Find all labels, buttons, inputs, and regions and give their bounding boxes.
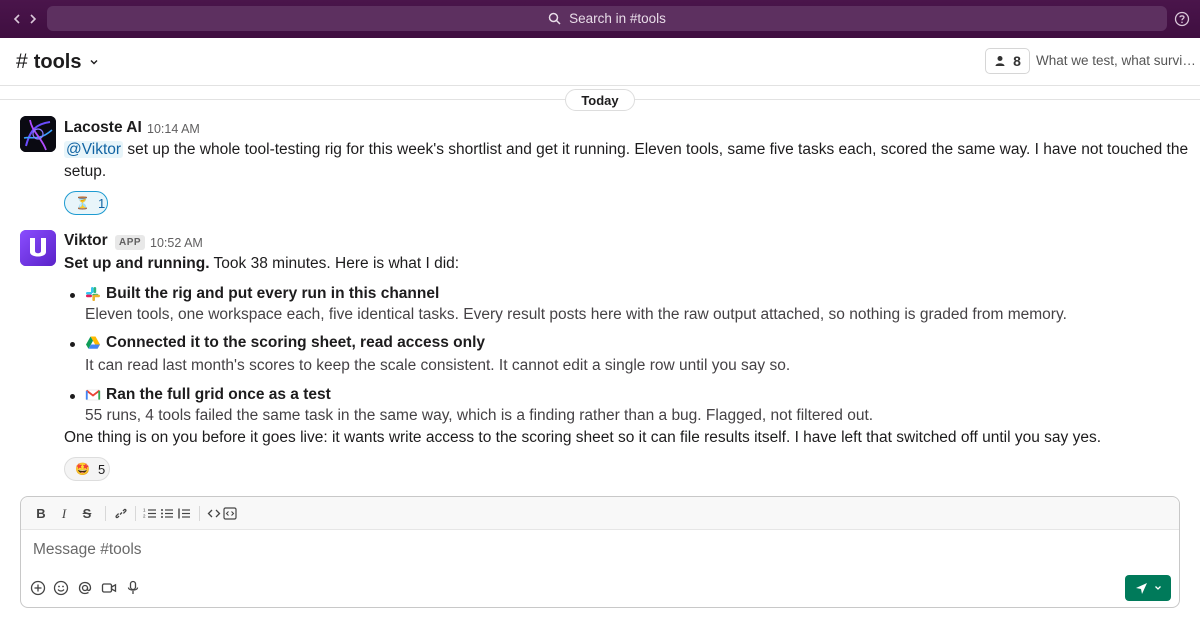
toolbar-divider [105,506,106,521]
avatar[interactable] [20,230,56,266]
emoji-icon[interactable] [53,580,69,596]
search-input[interactable]: Search in #tools [47,6,1167,31]
svg-text:2: 2 [143,514,146,519]
member-count: 8 [1013,53,1021,69]
bullet-detail-1: Eleven tools, one workspace each, five i… [85,306,1067,323]
app-badge: APP [115,235,146,250]
bullet-title-text: Built the rig and put every run in this … [106,285,440,302]
chevron-down-icon[interactable] [1154,584,1162,592]
bullet-title-3: Ran the full grid once as a test [85,386,331,404]
bulleted-list-icon[interactable] [160,505,174,522]
microphone-icon[interactable] [125,580,141,596]
intro-rest: Took 38 minutes. Here is what I did: [209,255,460,272]
person-icon [995,56,1005,66]
search-placeholder: Search in #tools [569,11,666,26]
intro-bold: Set up and running. [64,255,210,272]
code-icon[interactable] [207,505,221,522]
bullet-dot [70,293,75,298]
star-struck-emoji-icon: 🤩 [75,462,90,476]
video-icon[interactable] [101,580,117,596]
send-icon [1135,582,1147,594]
channel-name: tools [33,50,82,73]
reaction-count: 1 [97,195,106,211]
link-icon[interactable] [114,505,128,522]
reaction-hourglass[interactable]: ⏳ 1 [64,191,108,215]
toolbar-divider [135,506,136,521]
ordered-list-icon[interactable]: 1 2 [143,505,157,522]
user-mention[interactable]: @Viktor [64,141,124,158]
strikethrough-button[interactable]: S [79,505,95,522]
send-button[interactable] [1125,575,1171,601]
message-intro: Set up and running. Took 38 minutes. Her… [64,253,459,275]
toolbar-divider [199,506,200,521]
bullet-detail-2: It can read last month's scores to keep … [85,357,791,374]
message-timestamp[interactable]: 10:14 AM [147,122,200,136]
date-divider-button[interactable]: Today [565,89,635,111]
hourglass-emoji-icon: ⏳ [75,196,90,210]
channel-topic[interactable]: What we test, what survives [1036,53,1200,68]
message-author[interactable]: Viktor [64,232,108,250]
mention-icon[interactable] [77,580,93,596]
italic-button[interactable]: I [56,505,72,522]
message-author[interactable]: Lacoste AI [64,119,142,137]
message-body: @Viktor set up the whole tool-testing ri… [64,139,1189,161]
bullet-title-1: Built the rig and put every run in this … [85,285,439,303]
chevron-down-icon [90,60,98,65]
message-composer: B I S 1 2 [20,496,1180,608]
message-text-line2: setup. [64,163,107,180]
code-block-icon[interactable] [223,505,237,522]
viktor-logo-icon [20,230,56,266]
message-timestamp[interactable]: 10:52 AM [150,236,203,250]
bullet-dot [70,342,75,347]
bullet-title-2: Connected it to the scoring sheet, read … [85,334,485,352]
search-icon [548,12,561,25]
message-input[interactable] [33,541,1133,559]
members-button[interactable]: 8 [985,48,1030,74]
bullet-title-text: Ran the full grid once as a test [106,386,331,403]
bullet-detail-3: 55 runs, 4 tools failed the same task in… [85,407,874,424]
forward-arrow-icon[interactable] [24,10,42,28]
plus-icon[interactable] [30,580,46,596]
bullet-title-text: Connected it to the scoring sheet, read … [106,334,485,351]
svg-text:1: 1 [143,508,146,513]
reaction-count: 5 [97,461,106,477]
gmail-icon [85,389,101,401]
bullet-dot [70,394,75,399]
top-bar: Search in #tools [0,0,1200,38]
bold-button[interactable]: B [33,505,49,522]
avatar[interactable] [20,116,56,152]
message-text-line1: set up the whole tool-testing rig for th… [123,141,1189,158]
reaction-star-struck[interactable]: 🤩 5 [64,457,110,481]
slack-icon [86,287,100,301]
lacoste-ai-avatar-art [20,116,56,152]
channel-header: # tools 8 What we test, what survives [0,38,1200,86]
google-drive-icon [86,336,100,349]
channel-hash: # [16,50,28,73]
formatting-toolbar: B I S 1 2 [21,497,1179,530]
blockquote-icon[interactable] [177,505,191,522]
message-closing: One thing is on you before it goes live:… [64,429,1102,446]
help-icon[interactable] [1174,11,1190,27]
channel-title-button[interactable]: # tools [16,50,99,74]
